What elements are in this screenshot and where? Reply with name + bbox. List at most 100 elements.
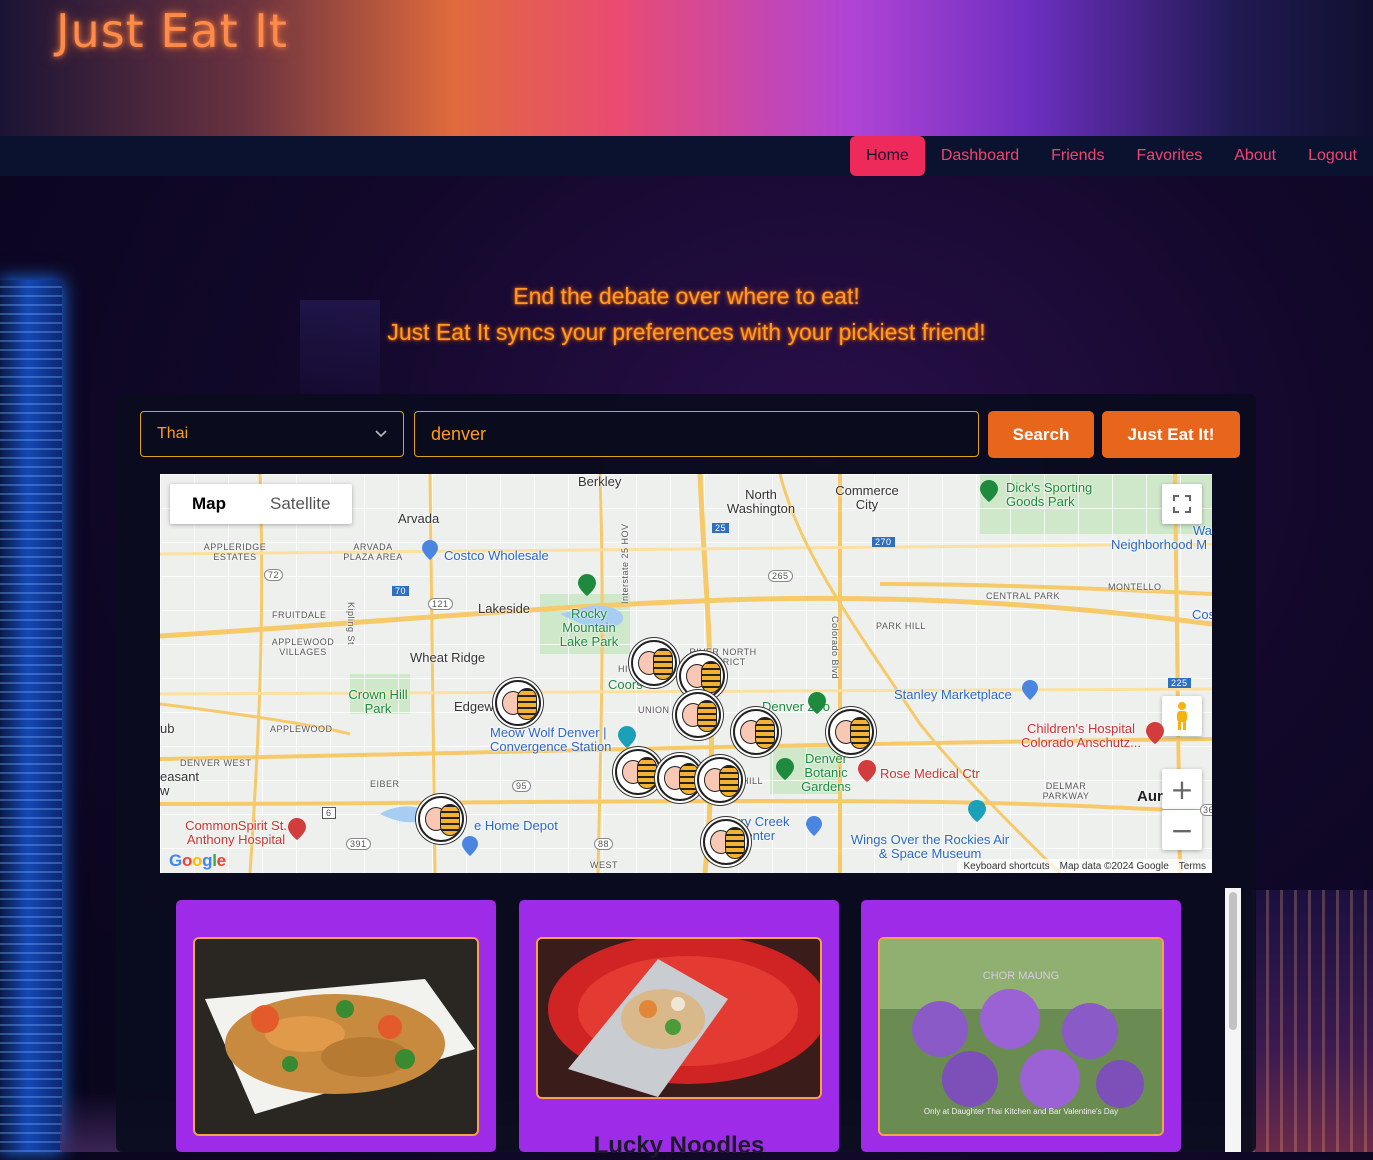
- results-scrollbar[interactable]: [1225, 888, 1241, 1152]
- map-label-childrens-hospital: Children's Hospital Colorado Anschutz...: [1021, 721, 1141, 750]
- map-label-edgewater: Edgew: [454, 699, 494, 714]
- nav-home[interactable]: Home: [850, 136, 925, 176]
- map-label-applewood-villages: APPLEWOOD VILLAGES: [271, 637, 335, 657]
- map-type-map[interactable]: Map: [170, 484, 248, 524]
- just-eat-it-button[interactable]: Just Eat It!: [1102, 411, 1240, 458]
- map-label-stanley: Stanley Marketplace: [894, 687, 1012, 702]
- map-label-interstate: Interstate 25 HOV: [620, 523, 630, 604]
- map-data-credit: Map data ©2024 Google: [1059, 860, 1169, 872]
- highway-shield-88: 88: [594, 838, 614, 850]
- highway-shield-72: 72: [264, 569, 284, 581]
- map-label-kipling: Kipling St: [346, 602, 356, 646]
- map-label-delmar: DELMAR PARKWAY: [1042, 781, 1090, 801]
- map-label-hill: HILL: [742, 776, 764, 786]
- cuisine-select[interactable]: Thai: [140, 411, 404, 457]
- fullscreen-button[interactable]: [1162, 484, 1202, 524]
- nav-favorites[interactable]: Favorites: [1120, 136, 1218, 176]
- restaurant-card[interactable]: CHOR MAUNG Only at Daughter Thai Kitchen…: [861, 900, 1181, 1152]
- map-label-home-depot: e Home Depot: [474, 818, 558, 833]
- map-label-berkley: Berkley: [578, 474, 622, 489]
- restaurant-marker[interactable]: [418, 796, 464, 842]
- map-type-toggle[interactable]: Map Satellite: [170, 484, 353, 524]
- shopping-pin-icon: [422, 540, 438, 560]
- highway-shield-265: 265: [768, 570, 793, 582]
- search-button[interactable]: Search: [988, 411, 1094, 458]
- chevron-down-icon: [375, 430, 387, 438]
- restaurant-card[interactable]: Lucky Noodles: [519, 900, 839, 1159]
- highway-shield-70: 70: [392, 586, 410, 596]
- hospital-pin-icon-3: [288, 818, 306, 840]
- hero-line-1: End the debate over where to eat!: [513, 283, 860, 309]
- map-label-rose-medical: Rose Medical Ctr: [880, 766, 980, 781]
- app-title[interactable]: Just Eat It: [56, 4, 288, 58]
- map-label-ub: ub: [160, 721, 175, 736]
- highway-shield-95: 95: [512, 780, 532, 792]
- restaurant-photo: [536, 937, 822, 1099]
- restaurant-name: Lucky Noodles: [593, 1132, 765, 1159]
- restaurant-marker[interactable]: [675, 692, 721, 738]
- hospital-pin-icon-2: [858, 760, 876, 782]
- museum-pin-icon-2: [968, 800, 986, 822]
- map-label-applewood: APPLEWOOD: [270, 724, 333, 734]
- dessert-caption-top: CHOR MAUNG: [983, 970, 1059, 982]
- restaurant-marker[interactable]: [828, 709, 874, 755]
- hospital-pin-icon: [1146, 722, 1164, 744]
- zoom-out-button[interactable]: −: [1162, 810, 1202, 850]
- pegman-icon: [1177, 702, 1187, 730]
- map-label-park-hill: PARK HILL: [876, 621, 926, 631]
- food-image-wrap: [538, 939, 820, 1097]
- map-label-hi: HI: [618, 664, 628, 674]
- keyboard-shortcuts-link[interactable]: Keyboard shortcuts: [963, 861, 1049, 872]
- map-label-montello: MONTELLO: [1108, 582, 1162, 592]
- food-image-dessert: CHOR MAUNG Only at Daughter Thai Kitchen…: [880, 939, 1162, 1134]
- map-label-union: UNION: [638, 705, 670, 715]
- terms-link[interactable]: Terms: [1179, 861, 1206, 872]
- restaurant-marker[interactable]: [697, 757, 743, 803]
- restaurant-marker[interactable]: [615, 749, 661, 795]
- restaurant-photo: CHOR MAUNG Only at Daughter Thai Kitchen…: [878, 937, 1164, 1136]
- map-label-dicks-park: Dick's Sporting Goods Park: [1006, 480, 1093, 509]
- nav-friends[interactable]: Friends: [1035, 136, 1120, 176]
- google-logo: Google: [169, 851, 226, 870]
- map-label-wheat-ridge: Wheat Ridge: [410, 650, 486, 665]
- map-label-wings-museum: Wings Over the Rockies Air & Space Museu…: [850, 832, 1010, 861]
- map-label-north-washington: North Washington: [726, 487, 796, 516]
- location-input[interactable]: [414, 411, 979, 457]
- map-label-costco-2: Costc: [1192, 607, 1212, 622]
- street-view-pegman[interactable]: [1162, 696, 1202, 736]
- scrollbar-thumb[interactable]: [1229, 892, 1237, 1030]
- restaurant-marker[interactable]: [631, 640, 677, 686]
- nav-logout[interactable]: Logout: [1292, 136, 1373, 176]
- map-label-fruitdale: FRUITDALE: [272, 610, 327, 620]
- museum-pin-icon: [618, 726, 636, 748]
- restaurant-card[interactable]: [176, 900, 496, 1152]
- restaurant-photo: [193, 937, 479, 1136]
- nav-about[interactable]: About: [1218, 136, 1292, 176]
- map-label-commonspirit: CommonSpirit St. Anthony Hospital: [185, 818, 287, 847]
- map-label-w: w: [160, 783, 170, 798]
- map-type-satellite[interactable]: Satellite: [248, 484, 352, 524]
- map-label-neighborhood: Neighborhood M: [1111, 537, 1208, 552]
- nav-dashboard[interactable]: Dashboard: [925, 136, 1035, 176]
- food-image-noodles: [195, 939, 477, 1134]
- map-label-arvada-plaza: ARVADA PLAZA AREA: [343, 542, 403, 562]
- zoom-in-button[interactable]: +: [1162, 769, 1202, 809]
- map-label-lakeside: Lakeside: [478, 601, 531, 616]
- park-pin-icon: [980, 480, 998, 502]
- restaurant-marker[interactable]: [703, 819, 749, 865]
- map-label-meow-wolf: Meow Wolf Denver | Convergence Station: [490, 725, 612, 754]
- restaurant-marker[interactable]: [733, 709, 779, 755]
- map-label-costco: Costco Wholesale: [444, 548, 549, 563]
- shopping-pin-icon-2: [1022, 680, 1038, 700]
- map-label-denver-west: DENVER WEST: [180, 758, 252, 768]
- shopping-pin-icon-4: [806, 816, 822, 836]
- highway-shield-270: 270: [872, 537, 895, 547]
- map-label-crown-hill: Crown Hill Park: [348, 687, 408, 716]
- map-label-rocky-mountain-lake-park: Rocky Mountain Lake Park: [559, 606, 619, 649]
- map-label-colorado-blvd: Colorado Blvd: [830, 616, 840, 680]
- map-label-eiber: EIBER: [370, 779, 400, 789]
- map[interactable]: Map Satellite + − Berkley North Washingt…: [160, 474, 1212, 873]
- restaurant-marker[interactable]: [495, 680, 541, 726]
- map-label-botanic-gardens: Denver Botanic Gardens: [801, 751, 851, 794]
- navbar: Home Dashboard Friends Favorites About L…: [0, 136, 1373, 176]
